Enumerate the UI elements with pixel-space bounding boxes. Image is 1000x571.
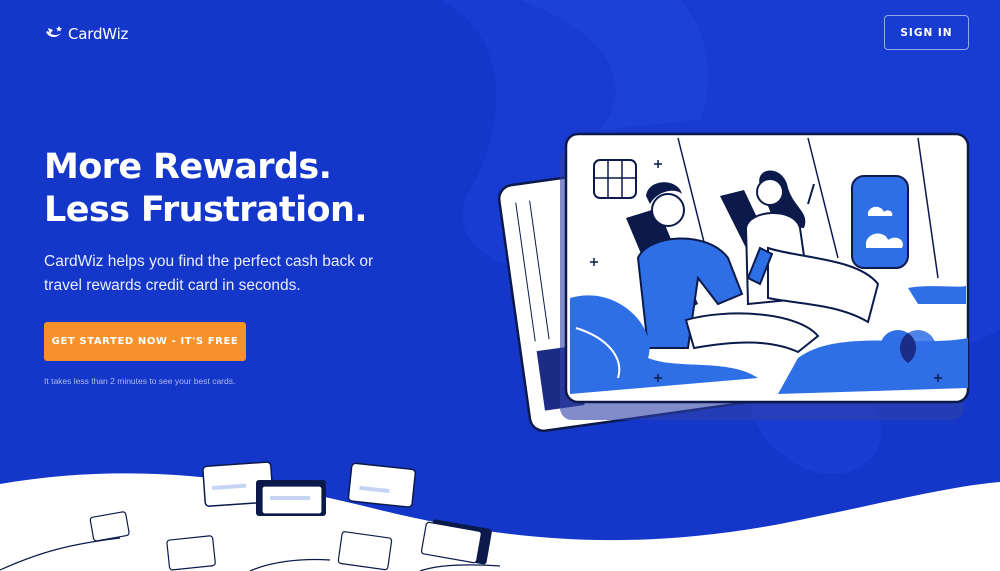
brand-logo[interactable]: CardWiz bbox=[44, 24, 128, 44]
hero-headline: More Rewards. Less Frustration. bbox=[44, 146, 464, 232]
hero-subheading: CardWiz helps you find the perfect cash … bbox=[44, 253, 374, 294]
mini-card-6 bbox=[337, 531, 393, 571]
cardwiz-logo-icon bbox=[46, 26, 62, 38]
mastercard-logo-icon bbox=[880, 330, 936, 366]
headline-line-2: Less Frustration. bbox=[44, 190, 368, 230]
hero-note: It takes less than 2 minutes to see your… bbox=[44, 376, 236, 386]
card-chip-icon bbox=[593, 159, 637, 199]
mini-card-3 bbox=[347, 462, 417, 508]
bottom-wave-section bbox=[0, 461, 1000, 571]
mini-card-5 bbox=[166, 535, 216, 571]
site-header: CardWiz SIGN IN bbox=[0, 0, 1000, 70]
sign-in-button[interactable]: SIGN IN bbox=[884, 15, 969, 50]
hero-section: More Rewards. Less Frustration. CardWiz … bbox=[44, 146, 464, 386]
brand-name: CardWiz bbox=[68, 25, 129, 43]
mini-card-2 bbox=[256, 480, 326, 516]
get-started-button[interactable]: GET STARTED NOW - IT'S FREE bbox=[44, 322, 246, 361]
credit-card-illustration bbox=[498, 132, 970, 433]
headline-line-1: More Rewards. bbox=[44, 147, 332, 187]
